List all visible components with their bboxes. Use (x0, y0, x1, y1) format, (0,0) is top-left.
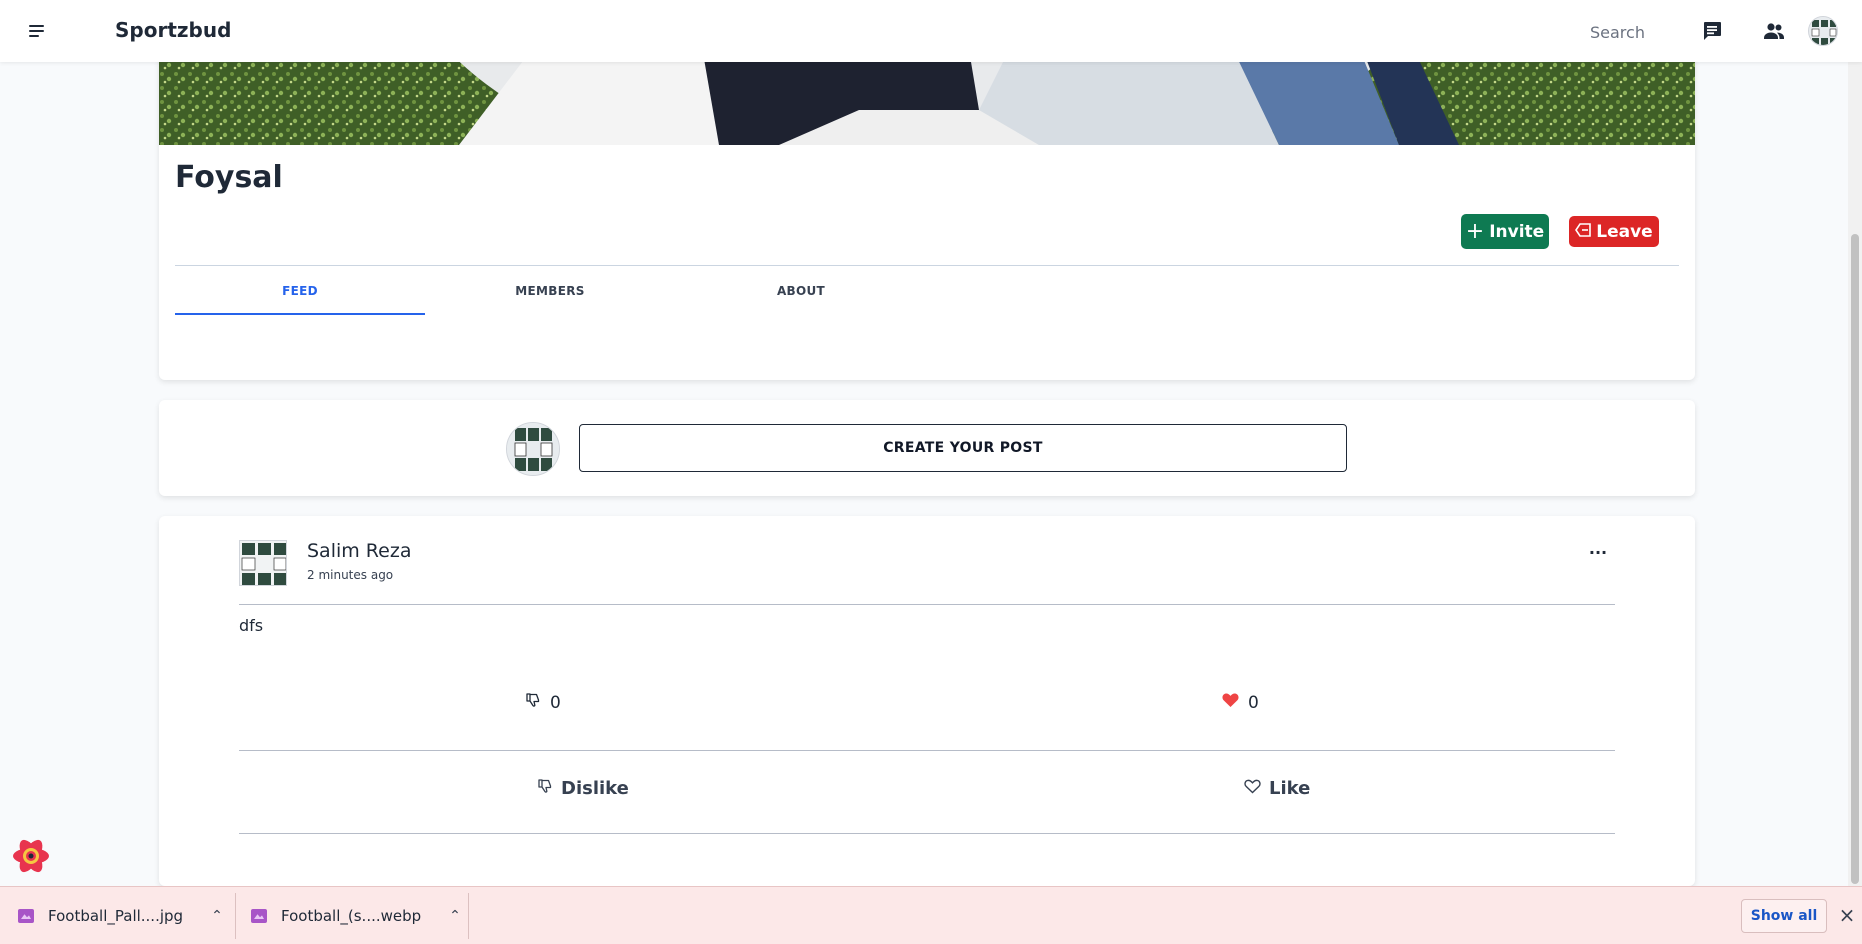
group-title: Foysal (175, 160, 283, 195)
post-timestamp: 2 minutes ago (307, 568, 394, 582)
chevron-up-icon[interactable]: ⌃ (449, 908, 461, 924)
leave-button[interactable]: Leave (1569, 216, 1659, 247)
heart-outline-icon (1244, 778, 1261, 799)
author-avatar[interactable] (239, 540, 287, 586)
download-bar: Football_Pall....jpg ⌃ Football_(s....we… (0, 886, 1862, 944)
post-divider (239, 604, 1615, 605)
post-body-text: dfs (239, 616, 264, 635)
thumbs-down-icon (525, 692, 541, 713)
user-avatar[interactable] (1808, 16, 1838, 46)
leave-label: Leave (1596, 221, 1653, 242)
scrollbar-thumb[interactable] (1851, 234, 1859, 884)
tab-about[interactable]: ABOUT (676, 284, 926, 298)
actions-divider (239, 833, 1615, 834)
chat-icon[interactable] (1700, 19, 1724, 43)
top-navbar: Sportzbud (0, 0, 1862, 62)
menu-icon[interactable] (26, 20, 48, 42)
download-filename: Football_Pall....jpg (48, 907, 184, 925)
like-button[interactable]: Like (1244, 778, 1310, 799)
dislike-count: 0 (525, 692, 561, 713)
chevron-up-icon[interactable]: ⌃ (211, 908, 223, 924)
people-icon[interactable] (1762, 19, 1786, 43)
download-item-1[interactable]: Football_Pall....jpg ⌃ (18, 887, 223, 944)
dislike-label: Dislike (561, 778, 629, 799)
heart-icon (1222, 692, 1239, 713)
dislike-count-value: 0 (550, 692, 561, 713)
download-separator (468, 893, 469, 939)
tabs-divider (175, 265, 1679, 266)
tab-feed[interactable]: FEED (175, 284, 425, 298)
like-label: Like (1269, 778, 1311, 799)
download-filename: Football_(s....webp (281, 907, 422, 925)
plus-icon: + (1465, 218, 1485, 244)
leave-icon (1575, 222, 1592, 242)
download-item-2[interactable]: Football_(s....webp ⌃ (251, 887, 461, 944)
active-tab-indicator (175, 313, 425, 315)
download-separator (235, 893, 236, 939)
brand-logo-text[interactable]: Sportzbud (115, 18, 231, 42)
like-count: 0 (1222, 692, 1259, 713)
show-all-button[interactable]: Show all (1741, 899, 1827, 933)
post-card: Salim Reza 2 minutes ago ... dfs 0 0 Dis… (159, 516, 1695, 886)
avatar (506, 422, 560, 476)
image-file-icon (18, 909, 34, 923)
search-input[interactable] (1590, 20, 1680, 44)
create-post-button[interactable]: CREATE YOUR POST (579, 424, 1347, 472)
create-post-card: CREATE YOUR POST (159, 400, 1695, 496)
like-count-value: 0 (1248, 692, 1259, 713)
page-scrollbar[interactable] (1848, 62, 1862, 886)
close-icon[interactable]: × (1837, 905, 1857, 925)
react-devtools-icon[interactable] (10, 835, 52, 877)
post-author-name[interactable]: Salim Reza (307, 540, 411, 562)
reactions-divider (239, 750, 1615, 751)
invite-button[interactable]: + Invite (1461, 214, 1549, 249)
thumbs-down-icon (537, 778, 553, 799)
invite-label: Invite (1489, 221, 1545, 242)
tab-members[interactable]: MEMBERS (425, 284, 675, 298)
dislike-button[interactable]: Dislike (537, 778, 629, 799)
image-file-icon (251, 909, 267, 923)
more-options-icon[interactable]: ... (1583, 541, 1613, 564)
